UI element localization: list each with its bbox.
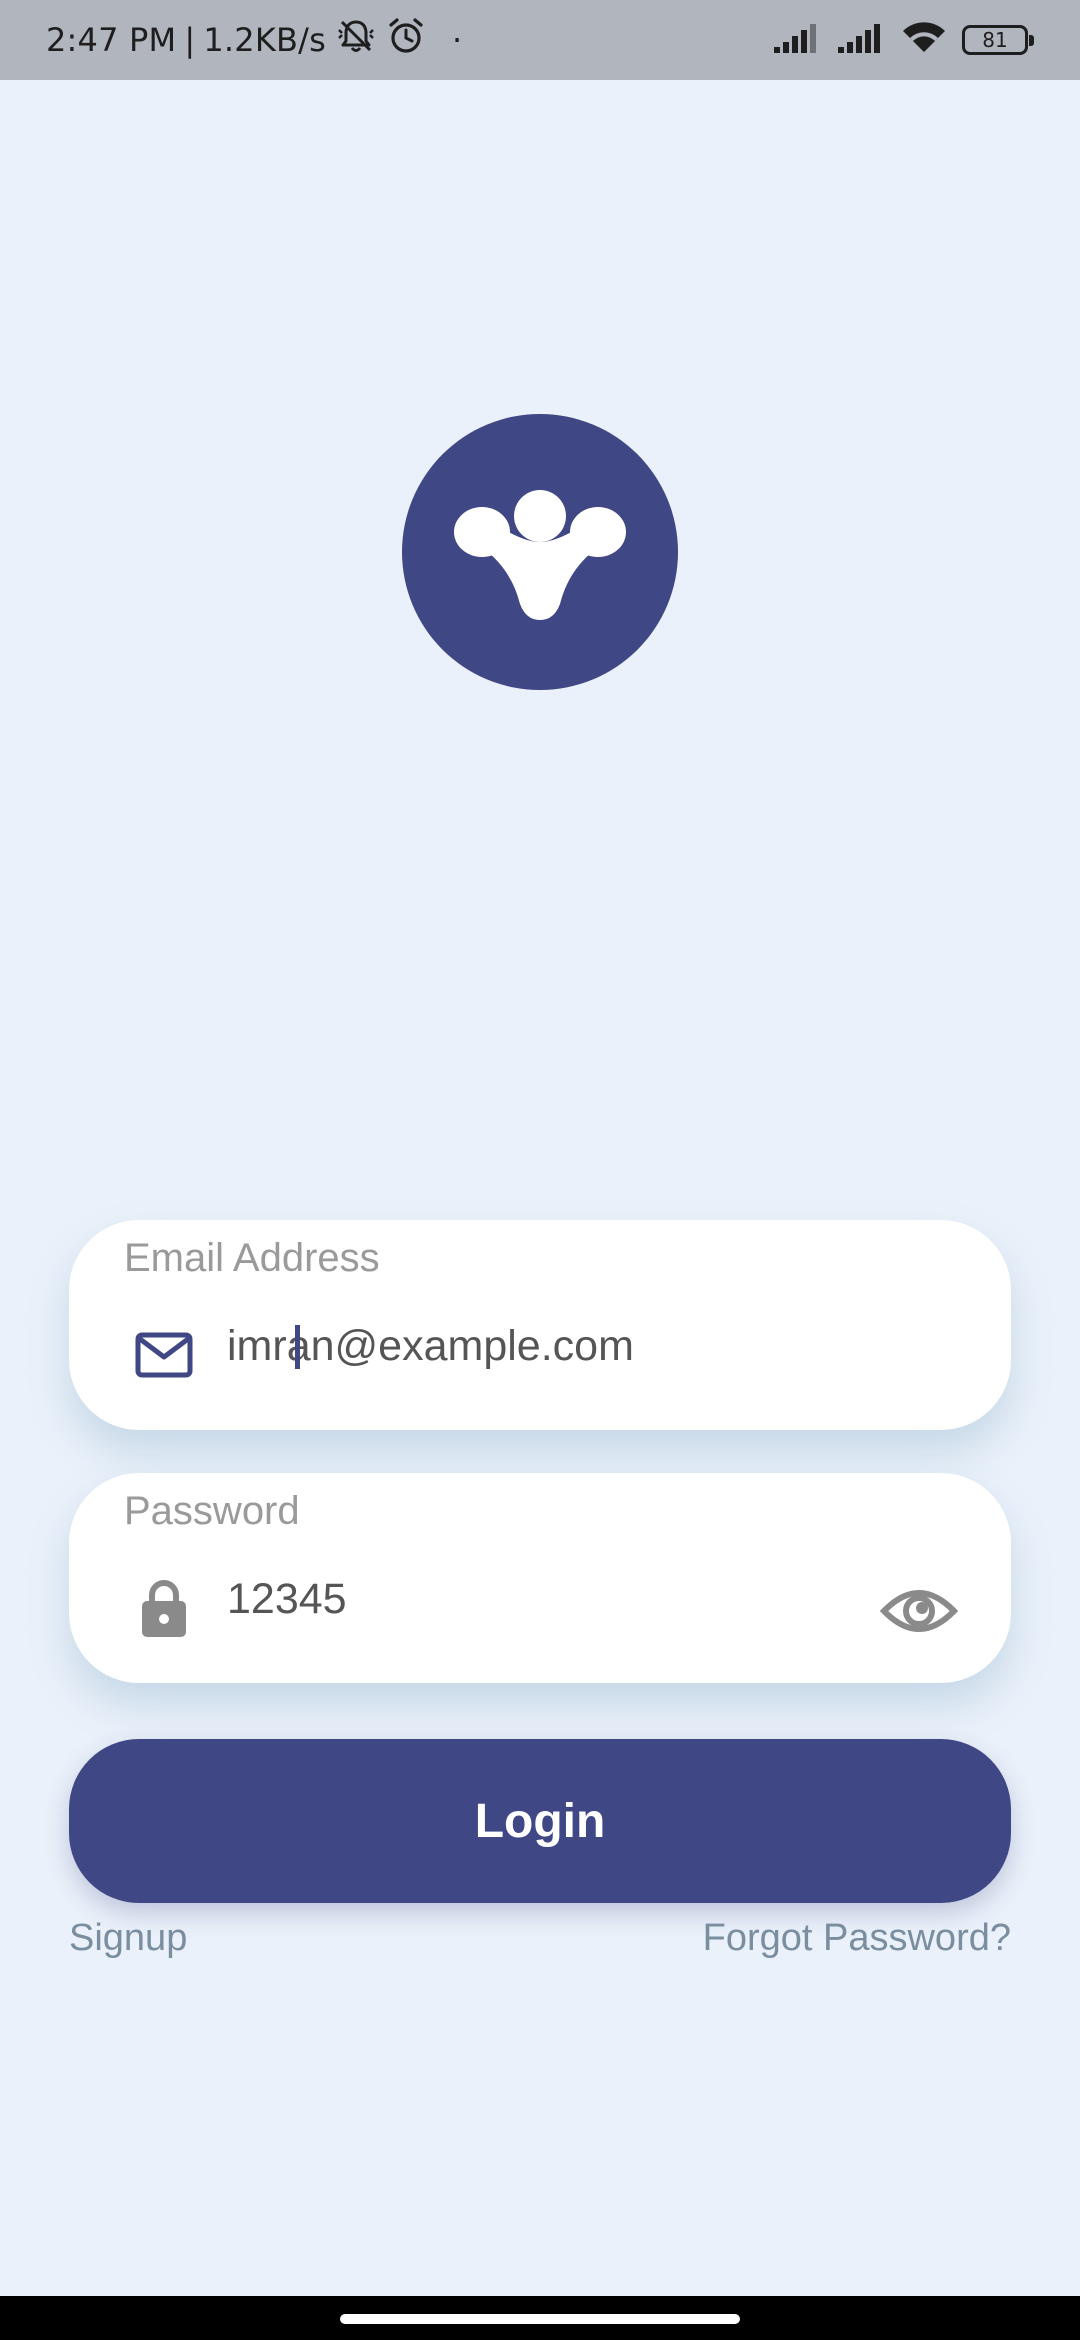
status-bar: 2:47 PM | 1.2KB/s · 81 [0, 0, 1080, 80]
status-dot: · [452, 21, 463, 59]
app-logo [402, 414, 678, 690]
eye-icon[interactable] [879, 1571, 959, 1651]
home-indicator[interactable] [340, 2314, 740, 2324]
status-time: 2:47 PM [46, 21, 177, 59]
password-field[interactable]: Password [69, 1473, 1011, 1683]
battery-icon: 81 [962, 25, 1034, 55]
email-label: Email Address [124, 1236, 380, 1280]
login-button[interactable]: Login [69, 1739, 1011, 1903]
status-separator: | [184, 21, 196, 59]
password-label: Password [124, 1489, 300, 1533]
signup-link[interactable]: Signup [69, 1917, 187, 1960]
text-caret [295, 1325, 300, 1369]
status-left: 2:47 PM | 1.2KB/s · [46, 0, 462, 80]
forgot-password-link[interactable]: Forgot Password? [703, 1917, 1011, 1960]
lock-icon [131, 1575, 197, 1641]
email-input[interactable] [227, 1316, 887, 1376]
email-field[interactable]: Email Address [69, 1220, 1011, 1430]
status-right: 81 [772, 0, 1034, 80]
mail-icon [131, 1322, 197, 1388]
app-logo-icon [454, 490, 626, 620]
battery-level: 81 [982, 28, 1008, 52]
alarm-icon [386, 16, 426, 64]
status-network-speed: 1.2KB/s [203, 21, 327, 59]
signal-icon [836, 21, 886, 59]
wifi-icon [900, 20, 948, 60]
password-input[interactable] [227, 1569, 887, 1629]
bell-muted-icon [336, 16, 376, 64]
signal-icon [772, 21, 822, 59]
